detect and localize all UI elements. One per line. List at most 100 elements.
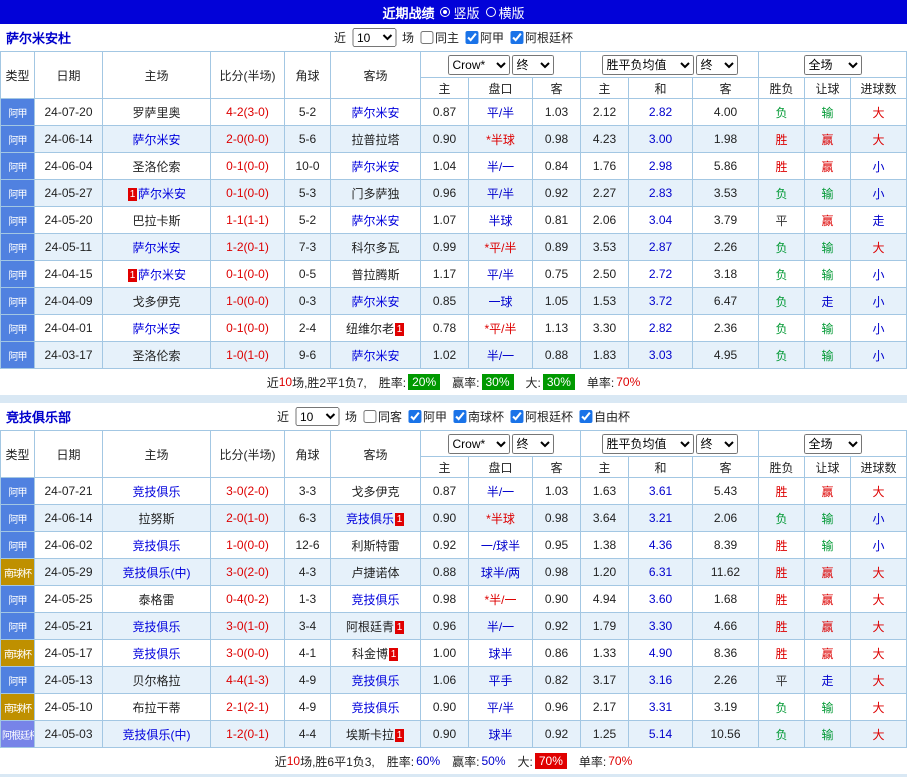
team-name-link[interactable]: 贝尔格拉: [132, 674, 180, 688]
match-row: 南球杯24-05-29竞技俱乐(中)3-0(2-0)4-3卢捷诺体0.88球半/…: [1, 559, 907, 586]
checkbox-input[interactable]: [420, 31, 433, 44]
summary-stat-value: 70%: [616, 375, 640, 389]
team-name-link[interactable]: 纽维尔老: [346, 322, 394, 336]
match-count-select[interactable]: 10: [295, 407, 339, 426]
team-name-link[interactable]: 科金博: [352, 647, 388, 661]
cell-date: 24-07-20: [35, 99, 103, 126]
team-name-link[interactable]: 萨尔米安: [351, 349, 399, 363]
team-name-link[interactable]: 埃斯卡拉: [346, 728, 394, 742]
checkbox-input[interactable]: [465, 31, 478, 44]
checkbox-input[interactable]: [453, 410, 466, 423]
cell-corners: 10-0: [285, 153, 331, 180]
checkbox-input[interactable]: [408, 410, 421, 423]
bookmaker-select[interactable]: Crow*: [448, 434, 510, 454]
filter-checkbox-自由杯[interactable]: 自由杯: [579, 408, 630, 425]
team-name-link[interactable]: 竞技俱乐(中): [123, 728, 191, 742]
layout-radio-horizontal[interactable]: 横版: [486, 3, 525, 22]
cell-euro-draw: 3.03: [629, 342, 693, 369]
cell-competition: 阿甲: [1, 505, 35, 532]
team-name-link[interactable]: 竞技俱乐: [132, 620, 180, 634]
cell-away-handicap-odds: 0.88: [533, 342, 581, 369]
cell-handicap-line: *平/半: [469, 315, 533, 342]
handicap-state-select[interactable]: 终: [512, 434, 554, 454]
team-name-link[interactable]: 萨尔米安: [132, 241, 180, 255]
odds-type-select[interactable]: 胜平负均值: [602, 55, 694, 75]
team-name-link[interactable]: 竞技俱乐: [132, 485, 180, 499]
scope-select[interactable]: 全场: [804, 55, 862, 75]
column-header: 主: [581, 457, 629, 478]
cell-result: 平: [759, 207, 805, 234]
cell-result: 负: [759, 99, 805, 126]
scope-select[interactable]: 全场: [804, 434, 862, 454]
team-name-link[interactable]: 萨尔米安: [138, 187, 186, 201]
team-name-link[interactable]: 萨尔米安: [351, 106, 399, 120]
cell-corners: 3-3: [285, 478, 331, 505]
filter-checkbox-南球杯[interactable]: 南球杯: [453, 408, 504, 425]
team-name-link[interactable]: 竞技俱乐: [351, 593, 399, 607]
filter-checkbox-阿甲[interactable]: 阿甲: [465, 29, 504, 46]
euro-state-select[interactable]: 终: [696, 434, 738, 454]
team-name-link[interactable]: 萨尔米安: [138, 268, 186, 282]
cell-date: 24-03-17: [35, 342, 103, 369]
team-name-link[interactable]: 拉普拉塔: [351, 133, 399, 147]
cell-home-handicap-odds: 0.99: [421, 234, 469, 261]
team-name-link[interactable]: 萨尔米安: [132, 322, 180, 336]
team-name-link[interactable]: 萨尔米安: [351, 295, 399, 309]
team-name-link[interactable]: 利斯特雷: [351, 539, 399, 553]
team-name-link[interactable]: 巴拉卡斯: [132, 214, 180, 228]
cell-euro-away: 2.26: [693, 667, 759, 694]
cell-euro-away: 2.36: [693, 315, 759, 342]
team-name-link[interactable]: 竞技俱乐: [351, 674, 399, 688]
filter-checkbox-阿根廷杯[interactable]: 阿根廷杯: [510, 29, 573, 46]
team-name-link[interactable]: 竞技俱乐: [132, 647, 180, 661]
team-name-link[interactable]: 拉努斯: [138, 512, 174, 526]
checkbox-input[interactable]: [363, 410, 376, 423]
odds-type-select[interactable]: 胜平负均值: [602, 434, 694, 454]
team-name-link[interactable]: 科尔多瓦: [351, 241, 399, 255]
filter-checkbox-阿根廷杯[interactable]: 阿根廷杯: [510, 408, 573, 425]
match-row: 阿甲24-07-20罗萨里奥4-2(3-0)5-2萨尔米安0.87平/半1.03…: [1, 99, 907, 126]
team-name-link[interactable]: 圣洛伦索: [132, 349, 180, 363]
team-name-link[interactable]: 布拉干蒂: [132, 701, 180, 715]
match-row: 南球杯24-05-17竞技俱乐3-0(0-0)4-1科金博11.00球半0.86…: [1, 640, 907, 667]
checkbox-input[interactable]: [579, 410, 592, 423]
team-name-link[interactable]: 竞技俱乐: [132, 539, 180, 553]
checkbox-input[interactable]: [510, 410, 523, 423]
euro-state-select[interactable]: 终: [696, 55, 738, 75]
team-name-link[interactable]: 圣洛伦索: [132, 160, 180, 174]
cell-euro-home: 2.12: [581, 99, 629, 126]
team-name-link[interactable]: 门多萨独: [351, 187, 399, 201]
cell-euro-draw: 4.36: [629, 532, 693, 559]
team-name-link[interactable]: 竞技俱乐: [351, 701, 399, 715]
team-name-link[interactable]: 普拉腾斯: [351, 268, 399, 282]
cell-result: 负: [759, 315, 805, 342]
team-name-link[interactable]: 阿根廷青: [346, 620, 394, 634]
cell-score: 2-1(2-1): [211, 694, 285, 721]
team-name-link[interactable]: 戈多伊克: [132, 295, 180, 309]
summary-stat-label: 单率:: [587, 374, 614, 391]
column-header: 客场: [331, 431, 421, 478]
handicap-state-select[interactable]: 终: [512, 55, 554, 75]
team-name-link[interactable]: 卢捷诺体: [351, 566, 399, 580]
match-count-select[interactable]: 10: [352, 28, 396, 47]
filter-checkbox-同主[interactable]: 同主: [420, 29, 459, 46]
checkbox-input[interactable]: [510, 31, 523, 44]
cell-result: 胜: [759, 559, 805, 586]
team-name-link[interactable]: 萨尔米安: [351, 214, 399, 228]
team-name-link[interactable]: 泰格雷: [138, 593, 174, 607]
team-name-link[interactable]: 萨尔米安: [132, 133, 180, 147]
team-name-link[interactable]: 戈多伊克: [351, 485, 399, 499]
checkbox-label: 同客: [378, 408, 402, 425]
cell-corners: 1-3: [285, 586, 331, 613]
cell-competition: 南球杯: [1, 640, 35, 667]
team-name-link[interactable]: 竞技俱乐: [346, 512, 394, 526]
filter-checkbox-同客[interactable]: 同客: [363, 408, 402, 425]
team-title: 萨尔米安杜: [6, 28, 71, 47]
team-name-link[interactable]: 竞技俱乐(中): [123, 566, 191, 580]
bookmaker-select[interactable]: Crow*: [448, 55, 510, 75]
filter-checkbox-阿甲[interactable]: 阿甲: [408, 408, 447, 425]
team-name-link[interactable]: 罗萨里奥: [132, 106, 180, 120]
cell-handicap-line: 一球: [469, 288, 533, 315]
team-name-link[interactable]: 萨尔米安: [351, 160, 399, 174]
layout-radio-vertical[interactable]: 竖版: [440, 3, 479, 22]
